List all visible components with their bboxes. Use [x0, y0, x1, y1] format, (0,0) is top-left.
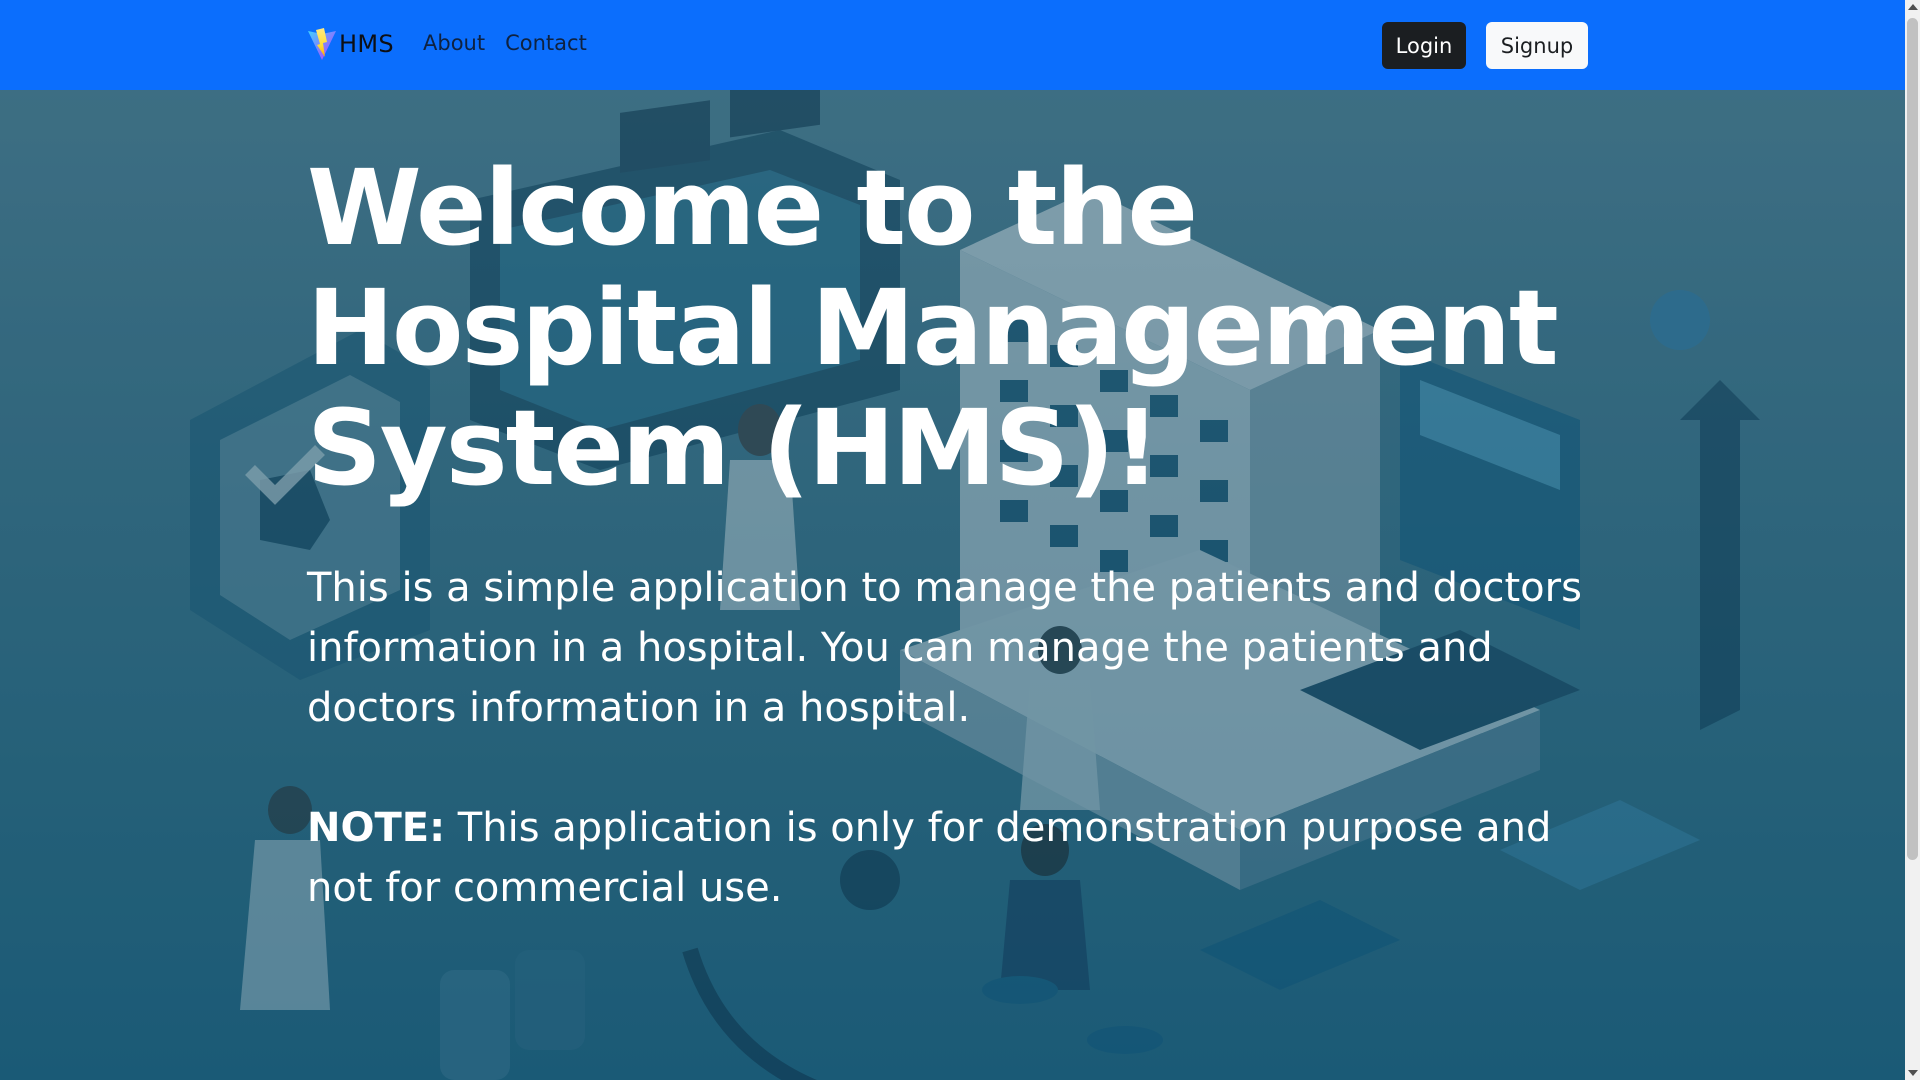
nav-link-contact[interactable]: Contact: [505, 31, 587, 55]
note-text: This application is only for demonstrati…: [307, 805, 1552, 911]
brand-link[interactable]: HMS: [307, 27, 394, 61]
page: HMS About Contact Login Signup Welcome t…: [0, 0, 1920, 1080]
hero-description: This is a simple application to manage t…: [307, 565, 1582, 731]
note-label: NOTE:: [307, 805, 446, 851]
scroll-down-arrow-icon[interactable]: [1908, 1070, 1918, 1076]
signup-button[interactable]: Signup: [1486, 22, 1588, 69]
login-button[interactable]: Login: [1382, 22, 1466, 69]
scroll-up-arrow-icon[interactable]: [1908, 4, 1918, 10]
vertical-scrollbar[interactable]: [1905, 0, 1920, 1080]
hero-note: NOTE: This application is only for demon…: [307, 798, 1607, 918]
hero-section: Welcome to the Hospital Management Syste…: [0, 90, 1905, 1080]
brand-name: HMS: [339, 30, 394, 58]
scrollbar-thumb[interactable]: [1907, 18, 1918, 860]
navbar: HMS About Contact Login Signup: [0, 0, 1905, 90]
nav-links: About Contact: [423, 31, 587, 55]
hero-title: Welcome to the Hospital Management Syste…: [307, 147, 1559, 509]
nav-link-about[interactable]: About: [423, 31, 485, 55]
hero-content: Welcome to the Hospital Management Syste…: [307, 148, 1607, 918]
vite-lightning-logo-icon: [307, 27, 337, 61]
